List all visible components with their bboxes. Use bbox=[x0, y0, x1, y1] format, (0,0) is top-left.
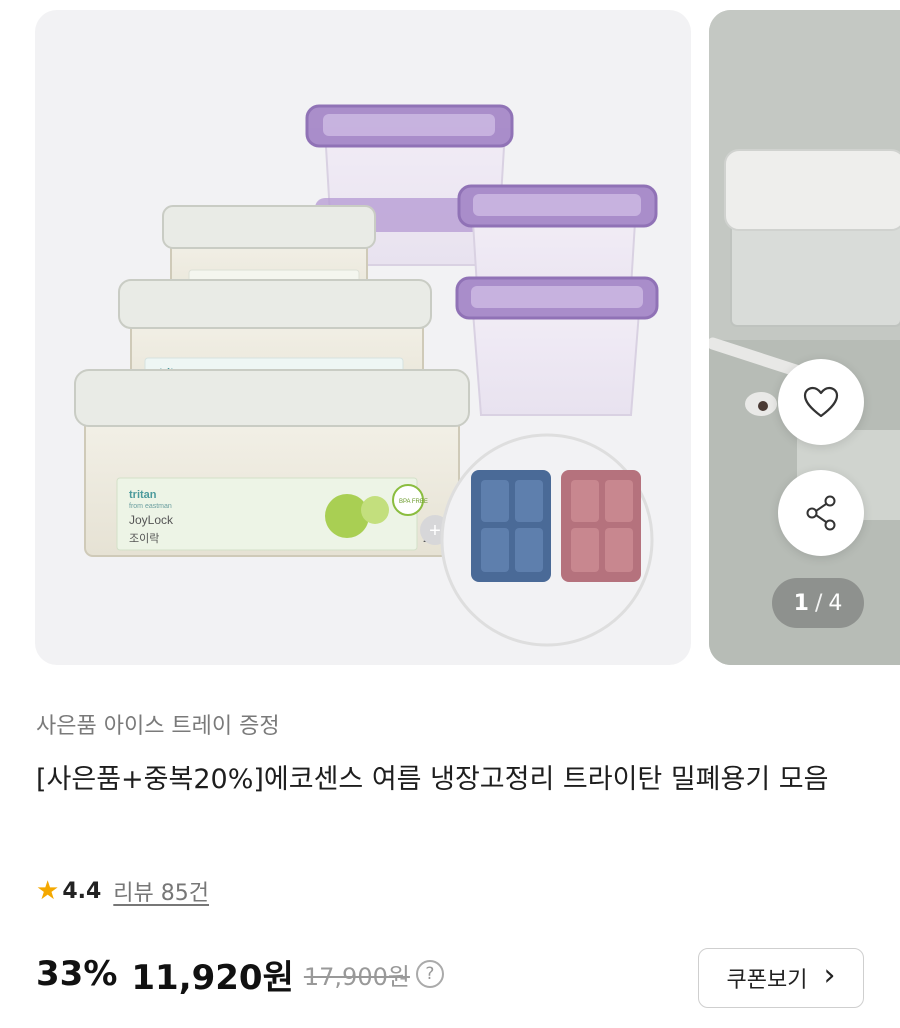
discount-rate: 33% bbox=[36, 954, 118, 994]
rating-row: ★ 4.4 리뷰 85건 bbox=[36, 876, 209, 906]
image-counter-separator: / bbox=[814, 590, 823, 616]
container-large: tritan from eastman JoyLock 조이락 BPA FREE… bbox=[74, 369, 470, 557]
next-product-photo bbox=[709, 10, 900, 665]
price-help-icon[interactable]: ? bbox=[415, 960, 444, 988]
review-link[interactable]: 리뷰 85건 bbox=[113, 875, 209, 907]
share-button[interactable] bbox=[778, 470, 864, 556]
rating-score: 4.4 bbox=[62, 878, 102, 904]
ice-tray-pink bbox=[561, 470, 641, 582]
product-title: [사은품+중복20%]에코센스 여름 냉장고정리 트라이탄 밀폐용기 모음 bbox=[36, 764, 829, 795]
image-counter-current: 1 bbox=[793, 590, 809, 616]
large-container-name: JoyLock bbox=[129, 513, 174, 527]
image-counter-total: 4 bbox=[828, 590, 843, 616]
image-counter: 1 / 4 bbox=[772, 578, 864, 628]
product-subtitle: 사은품 아이스 트레이 증정 bbox=[36, 714, 280, 739]
share-icon bbox=[806, 495, 836, 531]
coupon-button-label: 쿠폰보기 bbox=[726, 968, 808, 993]
product-photo: JoyLock 350ml tritan JoyLock 900ml trita… bbox=[74, 104, 659, 647]
plus-glyph: + bbox=[429, 520, 441, 542]
large-container-brand-sub: from eastman bbox=[129, 503, 172, 510]
ice-tray-blue bbox=[471, 470, 551, 582]
large-container-brand: tritan bbox=[129, 489, 157, 501]
original-price: 17,900원 bbox=[303, 962, 410, 991]
like-button[interactable] bbox=[778, 359, 864, 445]
price-row: 33% 11,920원 17,900원 ? bbox=[36, 952, 444, 998]
product-image-main[interactable]: JoyLock 350ml tritan JoyLock 900ml trita… bbox=[35, 10, 691, 665]
large-container-name-ko: 조이락 bbox=[129, 532, 159, 545]
heart-icon bbox=[803, 386, 839, 418]
coupon-button[interactable]: 쿠폰보기 › bbox=[698, 948, 864, 1008]
product-image-next[interactable] bbox=[709, 10, 900, 665]
bpa-badge: BPA FREE bbox=[399, 499, 428, 505]
star-icon: ★ bbox=[36, 876, 60, 906]
chevron-right-icon: › bbox=[823, 958, 836, 993]
sale-price: 11,920원 bbox=[131, 957, 294, 998]
product-image-gallery[interactable]: JoyLock 350ml tritan JoyLock 900ml trita… bbox=[0, 0, 900, 672]
